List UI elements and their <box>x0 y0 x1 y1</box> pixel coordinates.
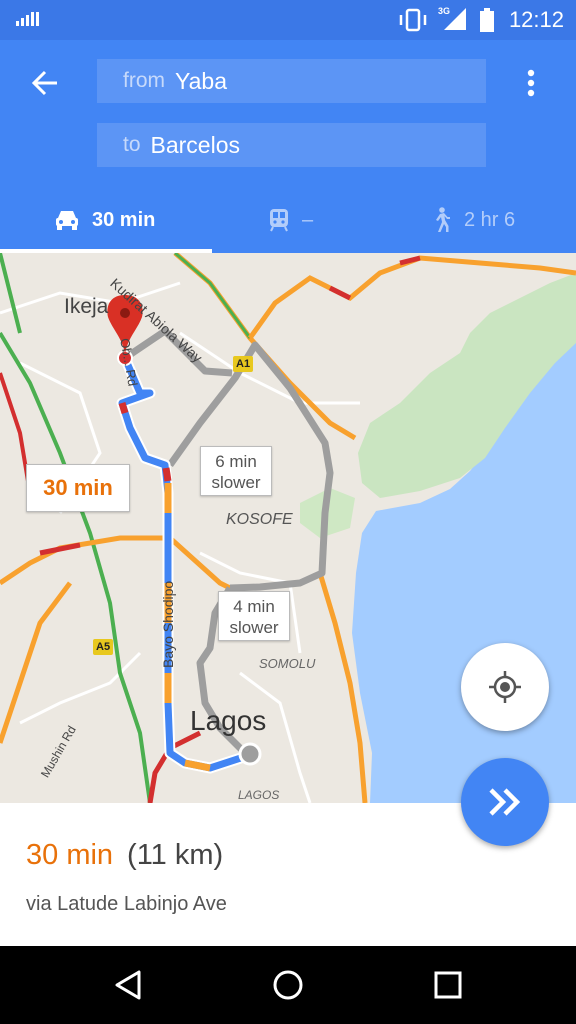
back-button[interactable] <box>24 62 66 104</box>
from-value: Yaba <box>175 67 228 94</box>
route-summary-line: 30 min (11 km) <box>26 839 223 872</box>
map-label-bayo: Bayo Shodipo <box>160 580 176 668</box>
status-bar: 3G 12:12 <box>0 0 576 40</box>
minor-road <box>19 651 142 725</box>
nav-home-icon <box>273 970 303 1000</box>
minor-road <box>239 671 312 803</box>
traffic-road <box>0 581 72 744</box>
alt-route-2-note: slower <box>229 618 279 637</box>
alt-route-callout-2[interactable]: 4 min slower <box>218 591 290 641</box>
to-prefix: to <box>123 133 141 156</box>
alt-route-1-note: slower <box>211 473 261 492</box>
from-prefix: from <box>123 69 165 92</box>
my-location-button[interactable] <box>461 643 549 731</box>
system-navigation-bar <box>0 946 576 1024</box>
more-vert-icon <box>527 69 535 97</box>
my-location-icon <box>489 671 521 703</box>
alt-route-2-time: 4 min <box>233 597 275 616</box>
arrow-back-icon <box>31 70 57 96</box>
route-distance: (11 km) <box>127 839 224 871</box>
route-via: via Latude Labinjo Ave <box>26 893 227 915</box>
car-icon <box>56 211 78 230</box>
tab-transit-label: – <box>302 208 314 231</box>
map-label-lagos-small: LAGOS <box>238 788 280 802</box>
cellular-signal-icon <box>442 8 468 37</box>
route-time-callout[interactable]: 30 min <box>26 464 130 512</box>
battery-icon <box>479 8 495 37</box>
traffic-road <box>0 253 22 334</box>
start-navigation-button[interactable] <box>461 758 549 846</box>
tab-transit[interactable]: – <box>268 187 313 253</box>
tab-drive[interactable]: 30 min <box>54 187 155 253</box>
traffic-road <box>0 535 242 596</box>
tab-drive-label: 30 min <box>92 208 156 231</box>
map-label-lagos: Lagos <box>190 705 267 736</box>
travel-mode-tabs: 30 min – 2 hr 6 <box>0 187 576 253</box>
from-field[interactable]: from Yaba <box>97 59 486 103</box>
to-value: Barcelos <box>150 131 240 158</box>
map-label-a1: A1 <box>236 358 251 370</box>
alt-route-1-time: 6 min <box>215 452 257 471</box>
vibrate-icon <box>398 8 428 37</box>
nav-recents-button[interactable] <box>428 965 468 1005</box>
nav-back-button[interactable] <box>108 965 148 1005</box>
status-time: 12:12 <box>508 7 564 32</box>
map-label-somolu: SOMOLU <box>259 656 316 671</box>
double-chevron-right-icon <box>489 788 521 816</box>
nav-home-button[interactable] <box>268 965 308 1005</box>
alt-route-callout-1[interactable]: 6 min slower <box>200 446 272 496</box>
to-field[interactable]: to Barcelos <box>97 123 486 167</box>
signal-strength-icon <box>16 12 40 31</box>
traffic-road <box>173 253 357 441</box>
route-end-marker <box>238 742 262 766</box>
walk-icon <box>436 207 450 232</box>
tab-walk[interactable]: 2 hr 6 <box>430 187 515 253</box>
nav-recents-icon <box>434 971 462 999</box>
map-label-kosofe: KOSOFE <box>226 511 293 528</box>
train-icon <box>270 209 288 232</box>
directions-header: from Yaba to Barcelos 30 min – 2 hr 6 <box>0 40 576 253</box>
map-label-a5: A5 <box>96 641 111 653</box>
more-options-button[interactable] <box>512 62 550 104</box>
tab-walk-label: 2 hr 6 <box>464 208 516 231</box>
map-label-ikeja: Ikeja <box>64 295 109 318</box>
nav-back-icon <box>115 970 141 1000</box>
route-duration: 30 min <box>26 839 114 871</box>
